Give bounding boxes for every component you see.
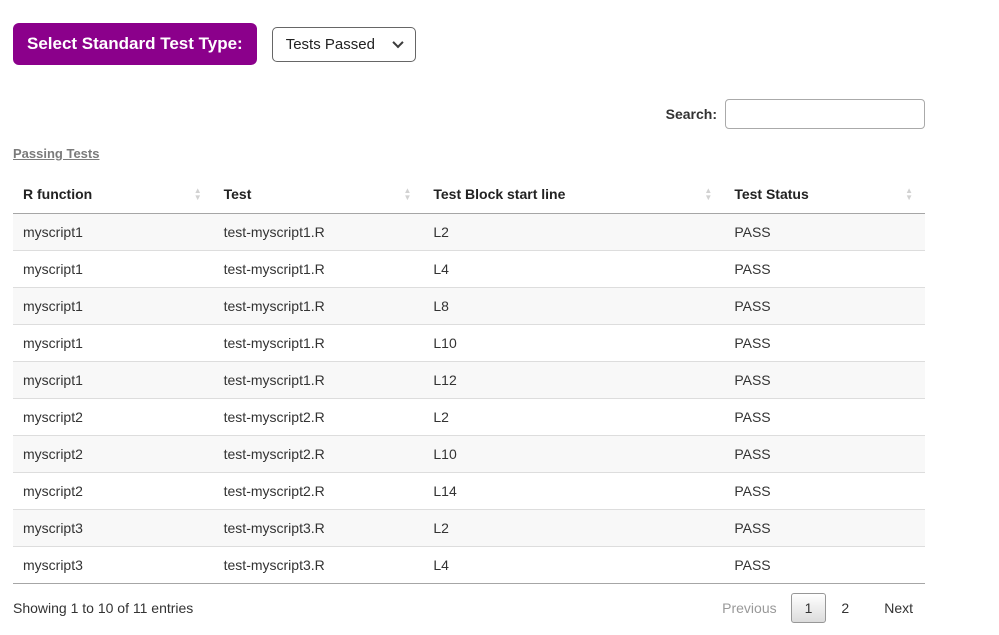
table-cell: myscript1 [13,325,214,362]
column-header-test[interactable]: Test ▲▼ [214,175,424,214]
page: Select Standard Test Type: Tests Passed … [0,0,999,635]
page-button-1[interactable]: 1 [791,593,827,623]
table-row[interactable]: myscript3test-myscript3.RL4PASS [13,547,925,584]
sort-icon[interactable]: ▲▼ [704,187,712,201]
table-cell: myscript2 [13,436,214,473]
table-cell: L10 [423,436,724,473]
table-cell: PASS [724,399,925,436]
table-cell: PASS [724,325,925,362]
table-cell: L2 [423,399,724,436]
table-cell: PASS [724,214,925,251]
next-page-button[interactable]: Next [872,594,925,622]
column-label: Test [224,186,252,202]
search-label: Search: [666,106,717,122]
table-row[interactable]: myscript1test-myscript1.RL2PASS [13,214,925,251]
table-row[interactable]: myscript2test-myscript2.RL10PASS [13,436,925,473]
table-cell: test-myscript1.R [214,251,424,288]
table-cell: myscript1 [13,362,214,399]
search-bar: Search: [13,99,925,129]
table-cell: L4 [423,251,724,288]
table-cell: PASS [724,251,925,288]
sort-icon[interactable]: ▲▼ [403,187,411,201]
sort-down-icon: ▼ [403,194,411,201]
column-label: Test Block start line [433,186,565,202]
table-cell: test-myscript1.R [214,362,424,399]
table-cell: myscript1 [13,288,214,325]
column-label: Test Status [734,186,808,202]
table-cell: PASS [724,510,925,547]
sort-icon[interactable]: ▲▼ [194,187,202,201]
table-row[interactable]: myscript2test-myscript2.RL2PASS [13,399,925,436]
sort-down-icon: ▼ [194,194,202,201]
table-cell: test-myscript1.R [214,325,424,362]
table-cell: test-myscript1.R [214,288,424,325]
table-row[interactable]: myscript3test-myscript3.RL2PASS [13,510,925,547]
table-cell: myscript1 [13,251,214,288]
previous-page-button[interactable]: Previous [710,594,788,622]
table-cell: test-myscript2.R [214,436,424,473]
sort-down-icon: ▼ [704,194,712,201]
table-cell: PASS [724,288,925,325]
table-cell: myscript3 [13,510,214,547]
table-info: Showing 1 to 10 of 11 entries [13,600,193,616]
table-cell: test-myscript3.R [214,510,424,547]
table-cell: test-myscript1.R [214,214,424,251]
column-header-test-status[interactable]: Test Status ▲▼ [724,175,925,214]
table-footer: Showing 1 to 10 of 11 entries Previous 1… [13,593,925,635]
test-type-selected-value: Tests Passed [286,36,375,53]
table-cell: test-myscript2.R [214,399,424,436]
column-header-r-function[interactable]: R function ▲▼ [13,175,214,214]
table-row[interactable]: myscript1test-myscript1.RL8PASS [13,288,925,325]
table-cell: L10 [423,325,724,362]
table-row[interactable]: myscript2test-myscript2.RL14PASS [13,473,925,510]
table-cell: L14 [423,473,724,510]
page-button-2[interactable]: 2 [828,594,862,622]
passing-tests-table: R function ▲▼ Test ▲▼ Test Block start line ▲… [13,175,925,584]
passing-tests-link[interactable]: Passing Tests [13,146,99,161]
table-cell: myscript2 [13,399,214,436]
column-header-test-block-start-line[interactable]: Test Block start line ▲▼ [423,175,724,214]
table-cell: L8 [423,288,724,325]
pagination-pages: 12 [789,593,863,623]
table-cell: myscript1 [13,214,214,251]
table-row[interactable]: myscript1test-myscript1.RL4PASS [13,251,925,288]
table-row[interactable]: myscript1test-myscript1.RL12PASS [13,362,925,399]
table-cell: PASS [724,547,925,584]
table-cell: L2 [423,510,724,547]
column-label: R function [23,186,92,202]
pagination: Previous 12 Next [710,593,925,623]
table-cell: L12 [423,362,724,399]
table-cell: PASS [724,362,925,399]
table-cell: myscript3 [13,547,214,584]
table-cell: PASS [724,473,925,510]
table-row[interactable]: myscript1test-myscript1.RL10PASS [13,325,925,362]
sort-icon[interactable]: ▲▼ [905,187,913,201]
table-cell: L2 [423,214,724,251]
table-body: myscript1test-myscript1.RL2PASSmyscript1… [13,214,925,584]
test-type-controls: Select Standard Test Type: Tests Passed [13,23,925,65]
select-test-type-label: Select Standard Test Type: [13,23,257,65]
sort-down-icon: ▼ [905,194,913,201]
table-cell: L4 [423,547,724,584]
table-header-row: R function ▲▼ Test ▲▼ Test Block start line ▲… [13,175,925,214]
table-cell: PASS [724,436,925,473]
table-head: R function ▲▼ Test ▲▼ Test Block start line ▲… [13,175,925,214]
search-input[interactable] [725,99,925,129]
test-type-select[interactable]: Tests Passed [272,27,416,62]
chevron-down-icon [392,37,403,48]
table-cell: test-myscript2.R [214,473,424,510]
table-cell: test-myscript3.R [214,547,424,584]
table-cell: myscript2 [13,473,214,510]
